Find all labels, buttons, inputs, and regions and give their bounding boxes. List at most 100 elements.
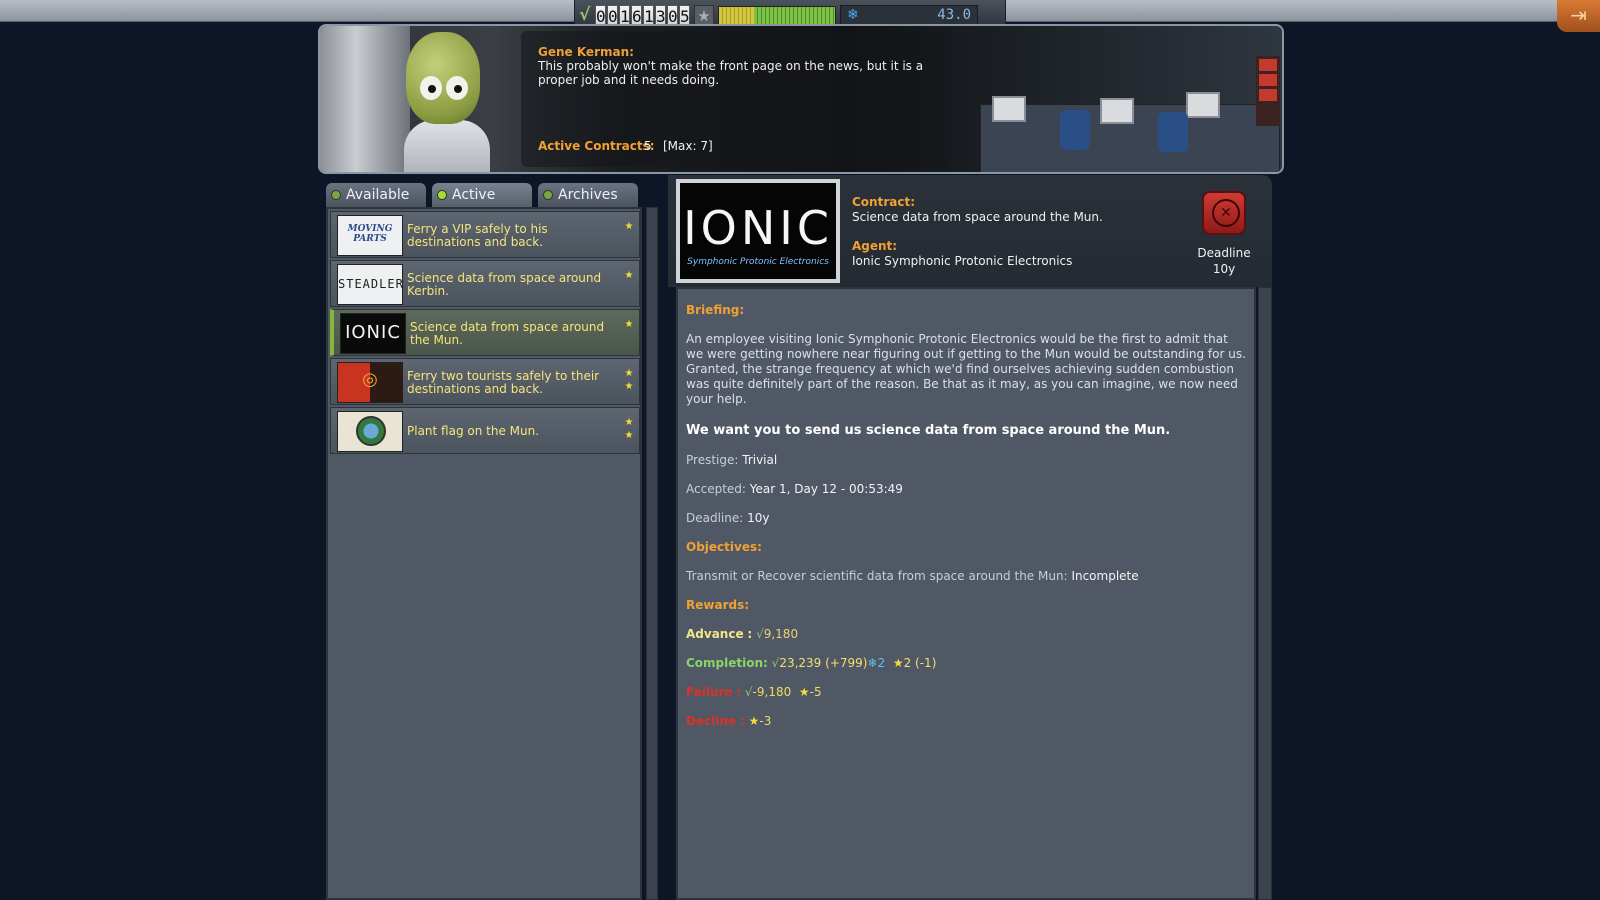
science-value: 43.0 (937, 7, 971, 23)
contract-title: Ferry a VIP safely to his destinations a… (407, 222, 548, 249)
kerbal-body (404, 120, 490, 172)
exit-button[interactable]: ⇥ (1557, 0, 1600, 32)
cancel-contract-button[interactable] (1202, 191, 1246, 235)
funds-icon: √ (756, 627, 764, 641)
chair-decoration (1158, 112, 1188, 152)
funds-counter: 0 0 1 6 1 3 0 5 (595, 4, 690, 26)
reputation-fill (719, 6, 754, 24)
contract-list-panel: Available Active Archives MOVING PARTS F… (326, 175, 658, 900)
funds-digit: 5 (679, 4, 690, 26)
active-contracts-label: Active Contracts: (538, 139, 655, 153)
prestige-value: Trivial (742, 453, 778, 467)
monitor-decoration (1100, 98, 1134, 124)
prestige-stars: ★ ★ (624, 368, 634, 392)
mission-control-banner: Gene Kerman: This probably won't make th… (318, 24, 1284, 174)
agent-logo-probodobodyne: ◎ (337, 362, 403, 403)
probodobodyne-logo-icon: ◎ (362, 369, 378, 390)
agent-logo-ionic: IONIC (340, 313, 406, 354)
prestige-stars: ★ ★ (624, 417, 634, 441)
contract-title: Science data from space around the Mun. (410, 320, 605, 347)
contract-goal: We want you to send us science data from… (686, 423, 1171, 438)
deadline-line-value: 10y (747, 511, 770, 525)
accepted-value: Year 1, Day 12 - 00:53:49 (749, 482, 903, 496)
advance-label: Advance (686, 627, 744, 641)
chair-decoration (1060, 110, 1090, 150)
decline-colon: : (739, 714, 745, 728)
atom-icon: ❄ (847, 7, 859, 23)
rewards-label: Rewards: (686, 598, 750, 612)
decline-line: Decline : ★-3 (686, 714, 1246, 728)
deadline-line: Deadline: 10y (686, 511, 1246, 525)
failure-reputation: -5 (809, 685, 822, 699)
accepted-line: Accepted: Year 1, Day 12 - 00:53:49 (686, 482, 1246, 496)
advance-line: Advance : √9,180 (686, 627, 1246, 641)
funds-digit: 0 (595, 4, 606, 26)
tab-archives[interactable]: Archives (538, 183, 638, 207)
prestige-label: Prestige: (686, 453, 739, 467)
contract-row-selected[interactable]: IONIC Science data from space around the… (330, 309, 640, 356)
decline-reputation: -3 (759, 714, 772, 728)
contract-name: Science data from space around the Mun. (852, 210, 1103, 224)
deadline-label: Deadline (1197, 246, 1251, 260)
agent-logo-steadler: STEADLER (337, 264, 403, 305)
contract-row[interactable]: Plant flag on the Mun. ★ ★ (330, 407, 640, 454)
contract-header: IONIC Symphonic Protonic Electronics Con… (668, 175, 1272, 287)
kerbal-eye (420, 76, 442, 100)
agent-logo-moving-parts: MOVING PARTS (337, 215, 403, 256)
objective-text: Transmit or Recover scientific data from… (686, 569, 1068, 583)
funds-icon: √ (579, 5, 591, 25)
reputation-bar (718, 5, 836, 25)
contract-label: Contract: (852, 195, 915, 209)
funds-digit: 0 (607, 4, 618, 26)
tab-available[interactable]: Available (326, 183, 426, 207)
completion-reputation: 2 (-1) (903, 656, 937, 670)
contract-detail-panel: IONIC Symphonic Protonic Electronics Con… (668, 175, 1272, 900)
tab-label: Available (346, 187, 410, 203)
failure-funds: -9,180 (752, 685, 792, 699)
agent-name: Ionic Symphonic Protonic Electronics (852, 254, 1073, 268)
agent-label: Agent: (852, 239, 898, 253)
star-icon: ★ (694, 4, 714, 26)
tab-indicator (543, 190, 553, 200)
agent-logo-beans-cannery (337, 411, 403, 452)
advance-funds: 9,180 (763, 627, 799, 641)
completion-bonus: (+799) (825, 656, 868, 670)
prestige-line: Prestige: Trivial (686, 453, 1246, 467)
prestige-stars: ★ (624, 270, 634, 281)
advance-colon: : (747, 627, 753, 641)
contract-row[interactable]: ◎ Ferry two tourists safely to their des… (330, 358, 640, 405)
kerbal-head (406, 32, 480, 124)
contract-title: Ferry two tourists safely to their desti… (407, 369, 600, 396)
contract-list: MOVING PARTS Ferry a VIP safely to his d… (326, 207, 642, 900)
deadline-value: 10y (1212, 262, 1236, 276)
agent-logo-word: IONIC (683, 201, 833, 255)
funds-icon: √ (744, 685, 753, 699)
tab-label: Archives (558, 187, 618, 203)
tab-active[interactable]: Active (432, 183, 532, 207)
funds-digit: 0 (667, 4, 678, 26)
accepted-label: Accepted: (686, 482, 746, 496)
objective-status: Incomplete (1071, 569, 1139, 583)
speaker-quote: This probably won't make the front page … (538, 59, 924, 87)
reputation-icon: ★ (798, 685, 810, 699)
agent-logo-large: IONIC Symphonic Protonic Electronics (676, 179, 840, 283)
completion-line: Completion: √23,239 (+799)❄2 ★2 (-1) (686, 656, 1246, 670)
contract-title: Science data from space around Kerbin. (407, 271, 602, 298)
briefing-text: An employee visiting Ionic Symphonic Pro… (686, 332, 1246, 406)
pillar-decoration (320, 26, 410, 172)
reputation-icon: ★ (748, 714, 760, 728)
contract-row[interactable]: MOVING PARTS Ferry a VIP safely to his d… (330, 211, 640, 258)
detail-scrollbar[interactable] (1258, 287, 1272, 900)
list-scrollbar[interactable] (646, 207, 658, 900)
completion-label: Completion: (686, 656, 768, 670)
science-counter: ❄ 43.0 (840, 4, 978, 26)
kerbal-eye (446, 76, 468, 100)
bean-logo-icon (356, 416, 386, 446)
tab-indicator (437, 190, 447, 200)
prestige-stars: ★ (624, 221, 634, 232)
prestige-stars: ★ (624, 319, 634, 330)
reputation-icon: ★ (892, 656, 904, 670)
briefing-label: Briefing: (686, 303, 745, 317)
tab-label: Active (452, 187, 496, 203)
contract-row[interactable]: STEADLER Science data from space around … (330, 260, 640, 307)
